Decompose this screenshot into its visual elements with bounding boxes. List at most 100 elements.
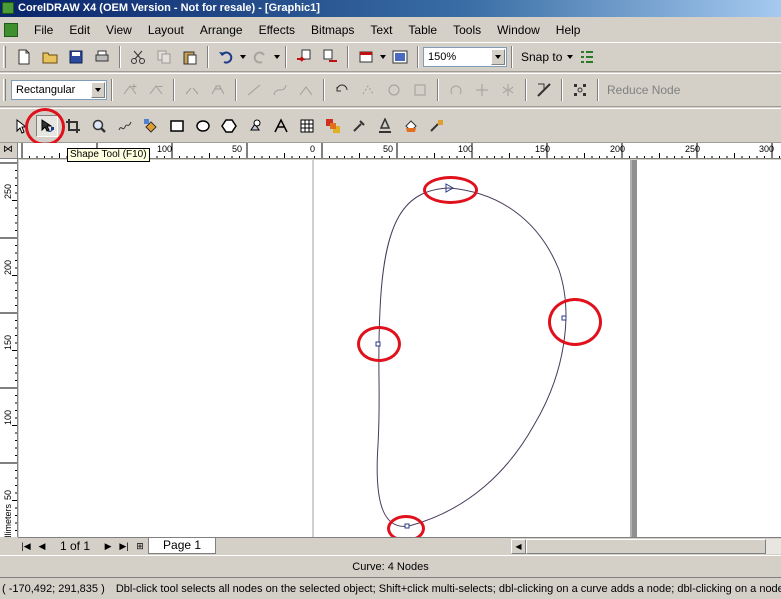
ruler-label: 50	[232, 144, 242, 154]
undo-icon[interactable]	[215, 46, 237, 68]
fill-tool-icon[interactable]	[400, 115, 422, 137]
drawing-canvas[interactable]	[19, 160, 781, 537]
select-all-nodes-icon[interactable]	[569, 79, 591, 101]
toolbar-separator	[597, 79, 599, 101]
convert-to-line-icon[interactable]	[243, 79, 265, 101]
elastic-mode-icon[interactable]	[533, 79, 555, 101]
new-document-icon[interactable]	[13, 46, 35, 68]
welcome-screen-icon[interactable]	[389, 46, 411, 68]
scrollbar-thumb[interactable]	[526, 539, 766, 554]
scroll-left-icon[interactable]: ◀	[511, 539, 526, 554]
coreldraw-app-icon[interactable]	[2, 2, 14, 14]
cut-icon[interactable]	[127, 46, 149, 68]
menu-layout[interactable]: Layout	[140, 20, 192, 40]
interactive-blend-tool-icon[interactable]	[322, 115, 344, 137]
menu-help[interactable]: Help	[548, 20, 589, 40]
outline-tool-icon[interactable]	[374, 115, 396, 137]
stretch-nodes-icon[interactable]	[409, 79, 431, 101]
interactive-fill-tool-icon[interactable]	[426, 115, 448, 137]
redo-dropdown-icon[interactable]	[273, 46, 281, 68]
break-curve-icon[interactable]	[207, 79, 229, 101]
toolbar-separator	[511, 46, 513, 68]
curve-node[interactable]	[375, 341, 381, 347]
add-page-icon[interactable]: ⊞	[132, 539, 148, 554]
menu-edit[interactable]: Edit	[61, 20, 98, 40]
menu-window[interactable]: Window	[489, 20, 548, 40]
align-nodes-icon[interactable]	[471, 79, 493, 101]
ruler-label: 200	[3, 260, 13, 275]
toolbar-separator	[561, 79, 563, 101]
options-icon[interactable]	[576, 46, 598, 68]
polygon-tool-icon[interactable]	[218, 115, 240, 137]
pick-tool-icon[interactable]	[10, 115, 32, 137]
ruler-label: 50	[383, 144, 393, 154]
menu-tools[interactable]: Tools	[445, 20, 489, 40]
extend-curve-icon[interactable]	[357, 79, 379, 101]
add-node-icon[interactable]	[119, 79, 141, 101]
copy-icon[interactable]	[153, 46, 175, 68]
chevron-down-icon[interactable]	[91, 82, 105, 98]
snap-to-button[interactable]: Snap to	[517, 50, 566, 64]
last-page-icon[interactable]: ▶|	[116, 539, 132, 554]
toolbar-separator	[111, 79, 113, 101]
menu-arrange[interactable]: Arrange	[192, 20, 251, 40]
eyedropper-tool-icon[interactable]	[348, 115, 370, 137]
zoom-tool-icon[interactable]	[88, 115, 110, 137]
application-launcher-dropdown-icon[interactable]	[379, 46, 387, 68]
status-hint-bar: ( -170,492; 291,835 ) Dbl-click tool sel…	[0, 577, 781, 599]
ruler-origin-icon[interactable]	[0, 143, 18, 159]
snap-to-dropdown-icon[interactable]	[566, 46, 574, 68]
reflect-nodes-icon[interactable]	[497, 79, 519, 101]
previous-page-icon[interactable]: ◀	[34, 539, 50, 554]
next-page-icon[interactable]: ▶	[100, 539, 116, 554]
toolbar-grip[interactable]	[3, 46, 6, 68]
chevron-down-icon[interactable]	[491, 49, 505, 65]
selection-mode-combo[interactable]: Rectangular	[11, 80, 107, 100]
print-icon[interactable]	[91, 46, 113, 68]
horizontal-scrollbar[interactable]: ◀	[511, 539, 781, 554]
curve-object[interactable]	[376, 187, 567, 527]
toolbar-grip[interactable]	[3, 79, 6, 101]
save-icon[interactable]	[65, 46, 87, 68]
shape-tool-icon[interactable]	[36, 114, 58, 137]
import-icon[interactable]	[293, 46, 315, 68]
rectangle-tool-icon[interactable]	[166, 115, 188, 137]
toolbar-separator	[285, 46, 287, 68]
menu-file[interactable]: File	[26, 20, 61, 40]
ruler-label: 100	[157, 144, 172, 154]
first-page-icon[interactable]: |◀	[18, 539, 34, 554]
application-launcher-icon[interactable]	[355, 46, 377, 68]
menu-view[interactable]: View	[98, 20, 140, 40]
paste-icon[interactable]	[179, 46, 201, 68]
menu-text[interactable]: Text	[362, 20, 400, 40]
window-title: CorelDRAW X4 (OEM Version - Not for resa…	[18, 2, 320, 14]
reverse-direction-icon[interactable]	[331, 79, 353, 101]
text-tool-icon[interactable]	[270, 115, 292, 137]
zoom-level-combo[interactable]: 150%	[423, 47, 507, 67]
table-tool-icon[interactable]	[296, 115, 318, 137]
export-icon[interactable]	[319, 46, 341, 68]
crop-tool-icon[interactable]	[62, 115, 84, 137]
ellipse-tool-icon[interactable]	[192, 115, 214, 137]
menu-effects[interactable]: Effects	[251, 20, 303, 40]
delete-node-icon[interactable]	[145, 79, 167, 101]
page-tab[interactable]: Page 1	[148, 538, 217, 554]
join-nodes-icon[interactable]	[181, 79, 203, 101]
extract-subpath-icon[interactable]	[383, 79, 405, 101]
vertical-ruler[interactable]: 250 200 150 100 50 millimeters	[0, 159, 18, 537]
menu-table[interactable]: Table	[400, 20, 445, 40]
curve-node[interactable]	[561, 315, 567, 321]
menu-bitmaps[interactable]: Bitmaps	[303, 20, 362, 40]
document-icon[interactable]	[4, 23, 18, 37]
basic-shapes-tool-icon[interactable]	[244, 115, 266, 137]
smart-fill-tool-icon[interactable]	[140, 115, 162, 137]
convert-to-curve-icon[interactable]	[269, 79, 291, 101]
rotate-nodes-icon[interactable]	[445, 79, 467, 101]
curve-node[interactable]	[404, 523, 410, 529]
freehand-tool-icon[interactable]	[114, 115, 136, 137]
undo-dropdown-icon[interactable]	[239, 46, 247, 68]
redo-icon[interactable]	[249, 46, 271, 68]
open-folder-icon[interactable]	[39, 46, 61, 68]
cusp-node-icon[interactable]	[295, 79, 317, 101]
scrollbar-track[interactable]	[766, 539, 781, 554]
